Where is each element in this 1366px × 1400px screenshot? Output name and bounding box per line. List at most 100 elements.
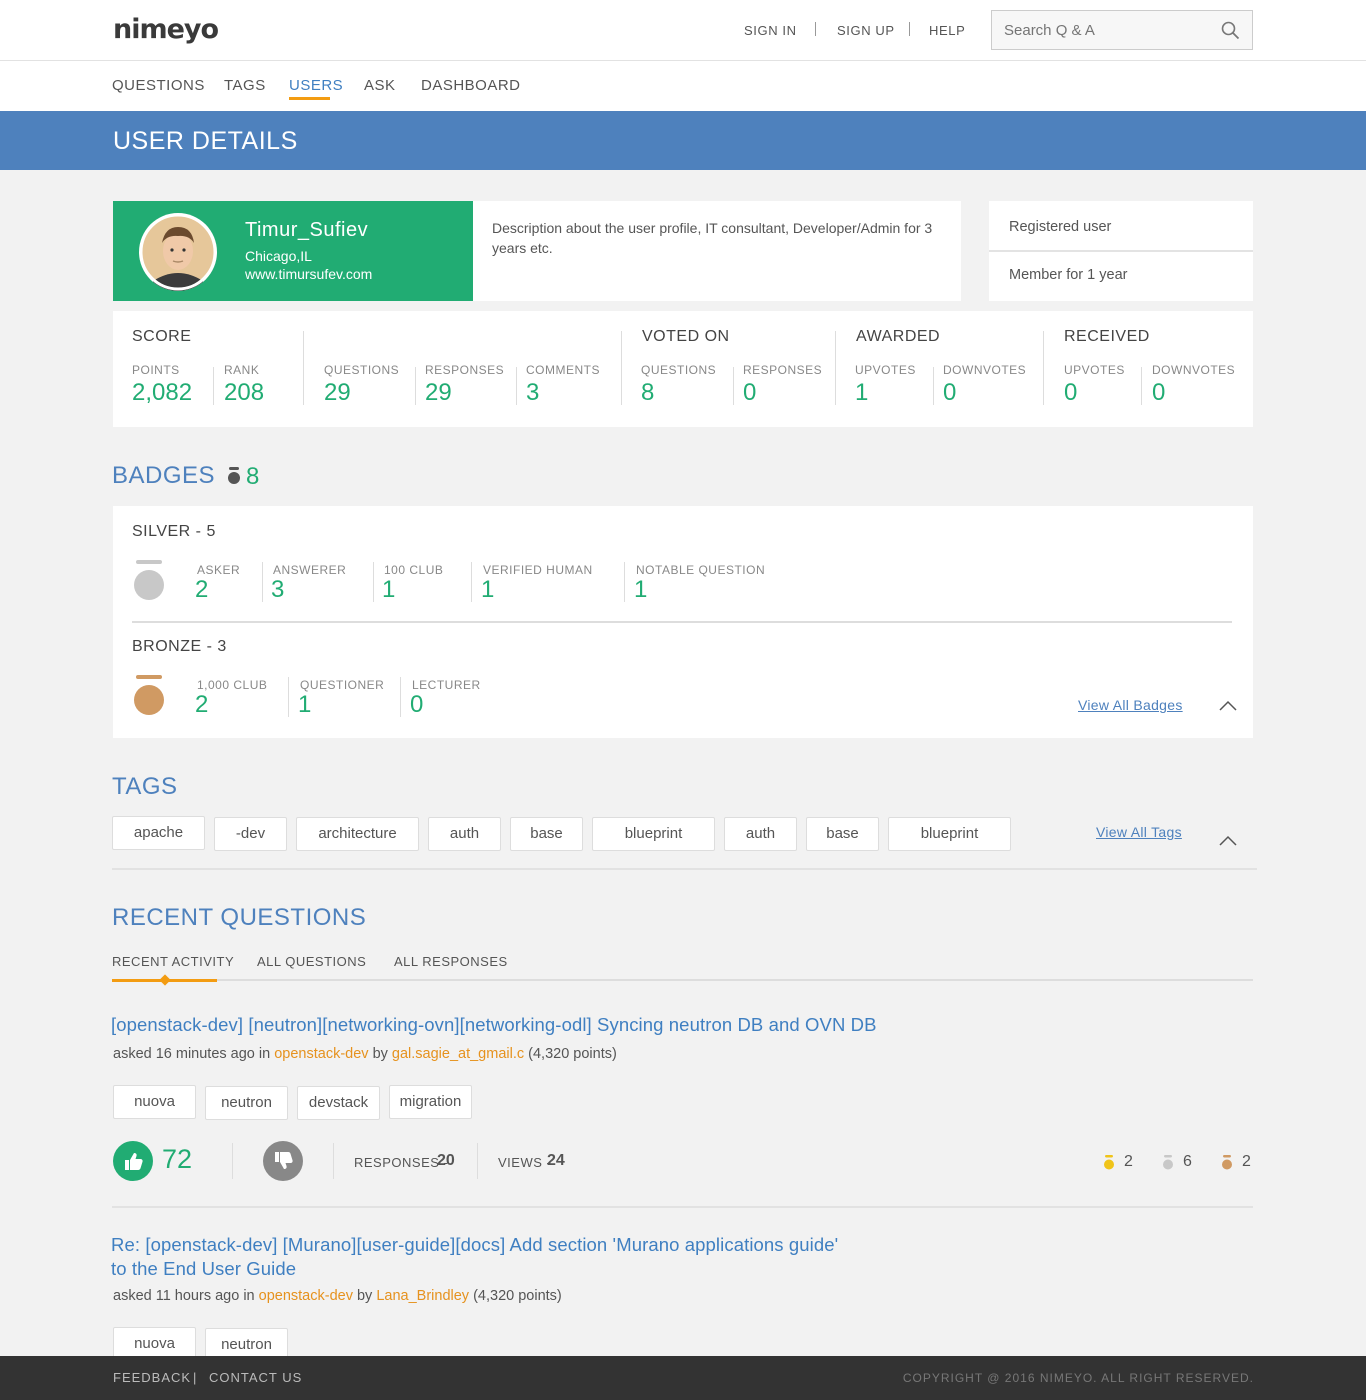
badge-value: 1 [298, 691, 312, 718]
view-all-badges-link[interactable]: View All Badges [1078, 697, 1183, 713]
responses-value: 29 [425, 379, 452, 406]
divider [415, 367, 416, 405]
awarded-downvotes-label: DOWNVOTES [943, 363, 1027, 377]
tab-all-responses[interactable]: ALL RESPONSES [394, 954, 508, 969]
bronze-heading: BRONZE - 3 [132, 638, 227, 655]
silver-heading: SILVER - 5 [132, 523, 216, 540]
nav-tags[interactable]: TAGS [224, 77, 266, 94]
badge-label: 1,000 CLUB [197, 678, 268, 692]
contact-us-link[interactable]: CONTACT US [209, 1370, 302, 1385]
tag-chip[interactable]: migration [389, 1085, 472, 1119]
stats-panel: SCORE POINTS 2,082 RANK 208 QUESTIONS 29… [113, 311, 1253, 427]
badge-value: 1 [382, 576, 396, 603]
vote-count: 72 [162, 1144, 193, 1174]
search-input[interactable] [1004, 20, 1214, 40]
question-meta: asked 16 minutes ago in openstack-dev by… [113, 1046, 617, 1062]
chevron-up-icon[interactable] [1219, 834, 1237, 852]
divider [624, 562, 625, 602]
badge-value: 0 [410, 691, 424, 718]
question-meta: asked 11 hours ago in openstack-dev by L… [113, 1288, 562, 1304]
badge-value: 3 [271, 576, 285, 603]
silver-medal-icon [1162, 1155, 1174, 1175]
community-link[interactable]: openstack-dev [259, 1288, 353, 1304]
badge-value: 1 [481, 576, 495, 603]
profile-card: Timur_Sufiev Chicago,IL www.timursufev.c… [113, 201, 473, 301]
awarded-upvotes-label: UPVOTES [855, 363, 916, 377]
nav-dashboard[interactable]: DASHBOARD [421, 77, 521, 94]
awarded-heading: AWARDED [856, 328, 941, 345]
silver-count: 6 [1183, 1153, 1192, 1170]
community-link[interactable]: openstack-dev [274, 1046, 368, 1062]
thumbs-down-icon[interactable] [263, 1141, 303, 1186]
divider [232, 1143, 233, 1179]
feedback-link[interactable]: FEEDBACK [113, 1370, 191, 1385]
top-header: nimeyo SIGN IN SIGN UP HELP [0, 0, 1366, 61]
awarded-downvotes-value: 0 [943, 379, 957, 406]
medal-icon [227, 467, 241, 490]
search-icon[interactable] [1221, 21, 1240, 45]
tag-chip[interactable]: devstack [297, 1086, 380, 1120]
badges-heading: BADGES [112, 462, 216, 489]
user-website[interactable]: www.timursufev.com [245, 266, 372, 282]
user-location: Chicago,IL [245, 248, 312, 264]
questions-value: 29 [324, 379, 351, 406]
comments-value: 3 [526, 379, 540, 406]
author-link[interactable]: gal.sagie_at_gmail.c [392, 1046, 524, 1062]
tag-chip[interactable]: blueprint [888, 817, 1011, 851]
divider [132, 621, 1232, 623]
search-box [991, 10, 1253, 50]
author-link[interactable]: Lana_Brindley [376, 1288, 469, 1304]
divider [835, 331, 836, 405]
badge-label: NOTABLE QUESTION [636, 563, 766, 577]
questions-label: QUESTIONS [324, 363, 400, 377]
views-count: 24 [547, 1152, 565, 1169]
tag-chip[interactable]: apache [112, 816, 205, 850]
nav-questions[interactable]: QUESTIONS [112, 77, 205, 94]
badges-total: 8 [246, 463, 260, 490]
badge-label: ANSWERER [273, 563, 347, 577]
question-title[interactable]: [openstack-dev] [neutron][networking-ovn… [111, 1013, 877, 1037]
divider [112, 1206, 1253, 1208]
tag-chip[interactable]: architecture [296, 817, 419, 851]
tag-chip[interactable]: neutron [205, 1086, 288, 1120]
divider [471, 562, 472, 602]
bronze-medal-icon [134, 675, 164, 717]
divider [1141, 367, 1142, 405]
tag-chip[interactable]: base [510, 817, 583, 851]
responses-count: 20 [437, 1152, 455, 1169]
tag-chip[interactable]: base [806, 817, 879, 851]
tag-chip[interactable]: auth [724, 817, 797, 851]
chevron-up-icon[interactable] [1219, 699, 1237, 717]
main-nav: QUESTIONS TAGS USERS ASK DASHBOARD [0, 61, 1366, 111]
nimeyo-logo[interactable]: nimeyo [113, 14, 219, 45]
question-title-line[interactable]: to the End User Guide [111, 1257, 296, 1281]
nav-users[interactable]: USERS [289, 77, 343, 94]
help-link[interactable]: HELP [929, 23, 965, 38]
page-title-band: USER DETAILS [0, 111, 1366, 170]
received-downvotes-label: DOWNVOTES [1152, 363, 1236, 377]
sign-up-link[interactable]: SIGN UP [837, 23, 895, 38]
tab-all-questions[interactable]: ALL QUESTIONS [257, 954, 366, 969]
divider [477, 1143, 478, 1179]
tag-chip[interactable]: auth [428, 817, 501, 851]
divider [303, 331, 304, 405]
divider [112, 868, 1257, 870]
tag-chip[interactable]: nuova [113, 1085, 196, 1119]
sign-in-link[interactable]: SIGN IN [744, 23, 797, 38]
voted-questions-value: 8 [641, 379, 655, 406]
tabs-underline [112, 979, 1253, 981]
badge-value: 1 [634, 576, 648, 603]
divider [621, 331, 622, 405]
thumbs-up-icon[interactable] [113, 1141, 153, 1186]
tab-recent-activity[interactable]: RECENT ACTIVITY [112, 954, 234, 969]
badge-label: VERIFIED HUMAN [483, 563, 593, 577]
responses-label: RESPONSES [425, 363, 505, 377]
question-title-line[interactable]: Re: [openstack-dev] [Murano][user-guide]… [111, 1233, 838, 1257]
views-label: VIEWS - [498, 1155, 552, 1170]
tag-chip[interactable]: -dev [214, 817, 287, 851]
badge-label: ASKER [197, 563, 241, 577]
nav-ask[interactable]: ASK [364, 77, 396, 94]
view-all-tags-link[interactable]: View All Tags [1096, 824, 1182, 840]
awarded-upvotes-value: 1 [855, 379, 869, 406]
tag-chip[interactable]: blueprint [592, 817, 715, 851]
